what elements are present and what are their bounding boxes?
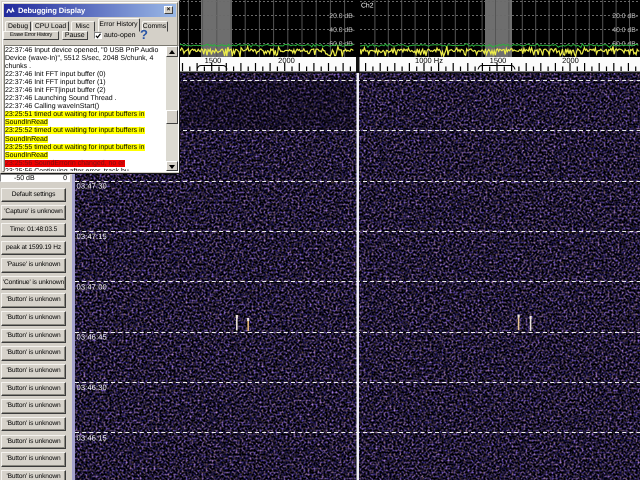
svg-text:20.0 dB-: 20.0 dB- [329,13,355,20]
svg-text:1500: 1500 [205,56,222,65]
svg-text:03:46:45: 03:46:45 [77,333,107,342]
svg-text:40.0 dB-: 40.0 dB- [329,27,355,34]
svg-text:1000 Hz: 1000 Hz [415,56,443,65]
svg-text:2000: 2000 [278,56,295,65]
svg-text:Ch2: Ch2 [361,3,374,10]
svg-text:03:46:30: 03:46:30 [77,383,107,392]
svg-text:60.0 dB-: 60.0 dB- [329,41,355,48]
svg-text:1500: 1500 [490,56,507,65]
svg-text:2000: 2000 [562,56,579,65]
svg-text:03:46:15: 03:46:15 [77,433,107,442]
svg-text:40.0 dB-: 40.0 dB- [612,27,638,34]
svg-text:20.0 dB-: 20.0 dB- [612,13,638,20]
svg-text:03:47:30: 03:47:30 [77,182,107,191]
svg-text:03:47:15: 03:47:15 [77,232,107,241]
svg-text:03:47:00: 03:47:00 [77,282,107,291]
